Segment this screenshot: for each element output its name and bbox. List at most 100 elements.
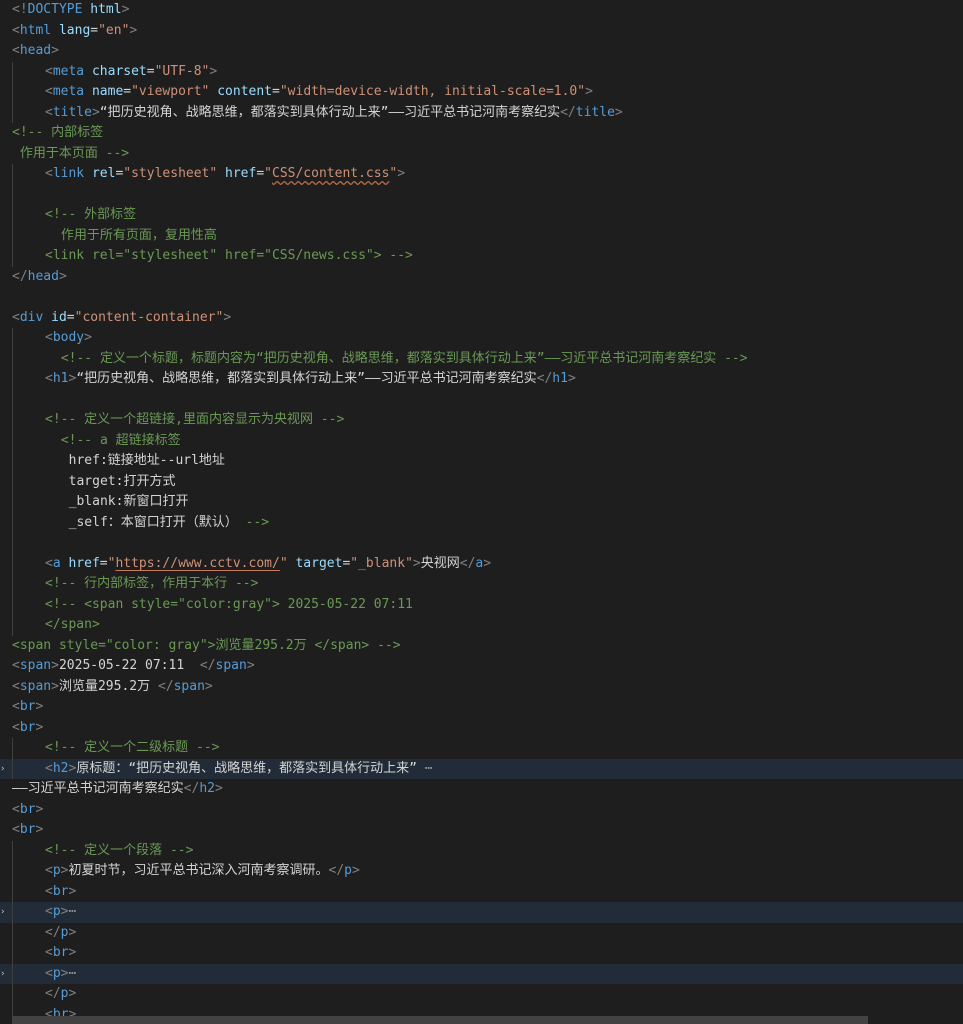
code-token: 作用于所有页面，复用性高 <box>53 227 217 243</box>
code-token: 浏览量295.2万 <box>58 678 158 694</box>
code-token: ⋯ <box>68 904 77 919</box>
code-token: br <box>19 719 36 735</box>
code-line[interactable]: › <h2>原标题：“把历史视角、战略思维，都落实到具体行动上来” ⋯ <box>0 758 963 779</box>
code-line[interactable]: <span>2025-05-22 07:11 </span> <box>0 656 963 677</box>
indent-guide <box>12 102 13 123</box>
code-token: </ <box>199 658 216 673</box>
code-line[interactable]: <link rel="stylesheet" href="CSS/news.cs… <box>0 246 963 267</box>
code-token: “把历史视角、战略思维，都落实到具体行动上来”——习近平总书记河南考察纪实 <box>76 371 537 386</box>
code-token: <!-- 定义一个段落 --> <box>45 842 194 858</box>
code-line[interactable]: <br> <box>0 718 963 739</box>
code-line[interactable]: <br> <box>0 943 963 964</box>
code-line[interactable]: <span style="color: gray">浏览量295.2万 </sp… <box>0 636 963 657</box>
code-line[interactable]: </head> <box>0 267 963 288</box>
code-line[interactable]: <!-- 定义一个二级标题 --> <box>0 738 963 759</box>
code-line[interactable]: </span> <box>0 615 963 636</box>
code-line[interactable]: <link rel="stylesheet" href="CSS/content… <box>0 164 963 185</box>
code-token: link <box>52 166 85 181</box>
code-token: < <box>12 822 20 837</box>
code-text: </span> <box>45 615 100 636</box>
code-line[interactable]: <!-- 定义一个段落 --> <box>0 840 963 861</box>
code-line[interactable]: <br> <box>0 881 963 903</box>
code-line[interactable]: 作用于所有页面，复用性高 <box>0 225 963 246</box>
horizontal-scrollbar[interactable] <box>12 1016 868 1024</box>
code-line[interactable]: <!-- 定义一个标题，标题内容为“把历史视角、战略思维，都落实到具体行动上来”… <box>0 348 963 369</box>
code-token: <!-- 定义一个标题，标题内容为“把历史视角、战略思维，都落实到具体行动上来”… <box>53 350 748 366</box>
code-token: br <box>52 945 69 960</box>
code-text: <p>⋯ <box>45 902 76 923</box>
code-token: > <box>35 801 44 817</box>
code-text: <br> <box>45 943 76 964</box>
code-token: = <box>256 166 265 181</box>
code-line[interactable]: target:打开方式 <box>0 471 963 492</box>
code-text: <br> <box>45 882 76 903</box>
code-token: <!-- 行内部标签，作用于本行 --> <box>45 576 259 591</box>
code-line[interactable]: <!-- <span style="color:gray"> 2025-05-2… <box>0 594 963 616</box>
code-line[interactable]: <!-- a 超链接标签 <box>0 430 963 451</box>
code-line[interactable]: › <p>⋯ <box>0 902 963 923</box>
code-line[interactable]: › <p>⋯ <box>0 963 963 984</box>
code-token: </ <box>536 371 553 386</box>
code-line[interactable]: <title>“把历史视角、战略思维，都落实到具体行动上来”——习近平总书记河南… <box>0 102 963 123</box>
indent-guide <box>12 164 13 185</box>
code-line[interactable]: <div id="content-container"> <box>0 308 963 329</box>
code-text: <!-- <span style="color:gray"> 2025-05-2… <box>45 595 413 616</box>
code-token: br <box>19 822 36 837</box>
code-line[interactable]: ——习近平总书记河南考察纪实</h2> <box>0 779 963 800</box>
code-line[interactable]: <!-- 定义一个超链接,里面内容显示为央视网 --> <box>0 410 963 431</box>
code-token: p <box>52 965 61 981</box>
code-line[interactable]: <a href="https://www.cctv.com/" target="… <box>0 553 963 574</box>
code-token: </ <box>45 986 61 1001</box>
code-text: <br> <box>12 697 43 718</box>
chevron-right-icon[interactable]: › <box>0 968 5 980</box>
code-token: p <box>52 863 61 878</box>
code-line[interactable] <box>0 184 963 205</box>
indent-guide <box>12 184 13 205</box>
code-text: _self：本窗口打开（默认） --> <box>53 513 269 534</box>
code-line[interactable]: href:链接地址--url地址 <box>0 451 963 472</box>
code-token: <span style="color: gray">浏览量295.2万 </sp… <box>12 637 401 653</box>
code-line[interactable]: </p> <box>0 922 963 943</box>
code-token: br <box>19 699 36 714</box>
code-token: < <box>12 678 20 694</box>
code-line[interactable]: <br> <box>0 820 963 841</box>
code-line[interactable]: <!-- 行内部标签，作用于本行 --> <box>0 574 963 595</box>
chevron-right-icon[interactable]: › <box>0 906 5 918</box>
indent-guide <box>12 225 13 246</box>
code-editor[interactable]: <!DOCTYPE html> <html lang="en"> <head> <me… <box>0 0 963 1024</box>
code-line[interactable]: <body> <box>0 328 963 349</box>
code-line[interactable]: <h1>“把历史视角、战略思维，都落实到具体行动上来”——习近平总书记河南考察纪… <box>0 369 963 390</box>
code-line[interactable]: <span>浏览量295.2万 </span> <box>0 677 963 698</box>
code-line[interactable] <box>0 389 963 410</box>
code-line[interactable]: <p>初夏时节，习近平总书记深入河南考察调研。</p> <box>0 861 963 882</box>
code-line[interactable]: <head> <box>0 41 963 62</box>
code-token: "UTF-8" <box>154 63 210 79</box>
code-line[interactable]: <!-- 内部标签 <box>0 123 963 144</box>
code-line[interactable]: 作用于本页面 --> <box>0 144 963 165</box>
code-line[interactable]: <br> <box>0 800 963 821</box>
code-line[interactable]: </p> <box>0 984 963 1005</box>
code-token: div <box>19 309 44 325</box>
code-token: < <box>12 699 20 714</box>
indent-guide <box>12 430 13 451</box>
indent-guide <box>12 553 13 574</box>
code-line[interactable] <box>0 287 963 308</box>
code-line[interactable]: _blank:新窗口打开 <box>0 492 963 513</box>
code-token: span <box>19 678 52 694</box>
chevron-right-icon[interactable]: › <box>0 763 5 775</box>
code-text: <link rel="stylesheet" href="CSS/news.cs… <box>45 246 413 267</box>
code-line[interactable]: <!-- 外部标签 <box>0 205 963 226</box>
code-line[interactable] <box>0 533 963 554</box>
code-line[interactable]: <!DOCTYPE html> <box>0 0 963 21</box>
code-line[interactable]: <meta charset="UTF-8"> <box>0 61 963 82</box>
code-token: span <box>215 658 247 673</box>
code-line[interactable]: <br> <box>0 697 963 718</box>
code-token: < <box>45 883 53 899</box>
code-line[interactable]: _self：本窗口打开（默认） --> <box>0 512 963 534</box>
code-line[interactable]: <meta name="viewport" content="width=dev… <box>0 82 963 103</box>
code-token: < <box>12 801 20 817</box>
code-text: <!-- 定义一个超链接,里面内容显示为央视网 --> <box>45 410 344 431</box>
code-token: <link rel="stylesheet" href="CSS/news.cs… <box>45 248 413 263</box>
code-line[interactable]: <html lang="en"> <box>0 21 963 42</box>
